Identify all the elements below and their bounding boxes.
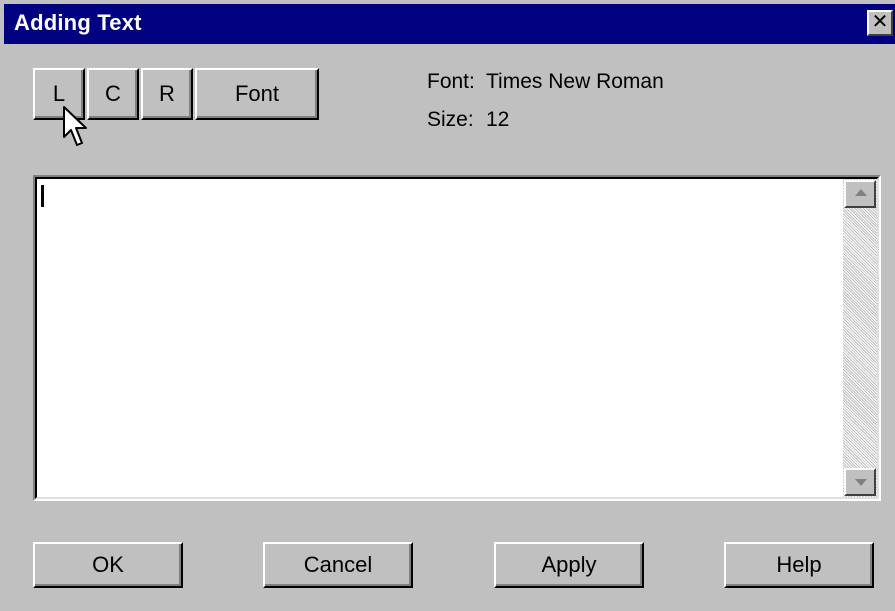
ok-button-label: OK [92, 552, 124, 577]
text-input-area[interactable] [35, 177, 879, 499]
help-button-label: Help [776, 552, 822, 577]
align-right-button[interactable]: R [141, 68, 193, 120]
scroll-up-button[interactable] [844, 180, 876, 208]
align-center-label: C [105, 81, 121, 106]
align-right-label: R [159, 81, 175, 106]
cancel-button[interactable]: Cancel [263, 542, 413, 588]
close-icon: ✕ [871, 11, 889, 33]
font-label: Font: [427, 70, 475, 93]
scroll-down-arrow-icon [855, 479, 867, 486]
window-title: Adding Text [14, 10, 142, 35]
scroll-down-button[interactable] [844, 468, 876, 496]
size-label: Size: [427, 108, 474, 131]
ok-button[interactable]: OK [33, 542, 183, 588]
help-button[interactable]: Help [724, 542, 874, 588]
adding-text-dialog: Adding Text ✕ L C R Font Font: Times New… [0, 0, 895, 611]
vertical-scrollbar[interactable] [843, 179, 877, 497]
text-caret [41, 185, 44, 207]
font-button-label: Font [234, 81, 280, 106]
apply-button[interactable]: Apply [494, 542, 644, 588]
apply-button-label: Apply [541, 552, 597, 577]
align-center-button[interactable]: C [87, 68, 139, 120]
scroll-up-arrow-icon [855, 189, 867, 196]
align-left-label: L [52, 81, 66, 106]
font-button[interactable]: Font [195, 68, 319, 120]
align-left-button[interactable]: L [33, 68, 85, 120]
title-bar[interactable]: Adding Text ✕ [0, 0, 895, 44]
font-value: Times New Roman [486, 70, 664, 93]
cancel-button-label: Cancel [303, 552, 373, 577]
close-button[interactable]: ✕ [867, 10, 893, 36]
text-area-frame [33, 175, 881, 501]
size-value: 12 [486, 108, 510, 131]
